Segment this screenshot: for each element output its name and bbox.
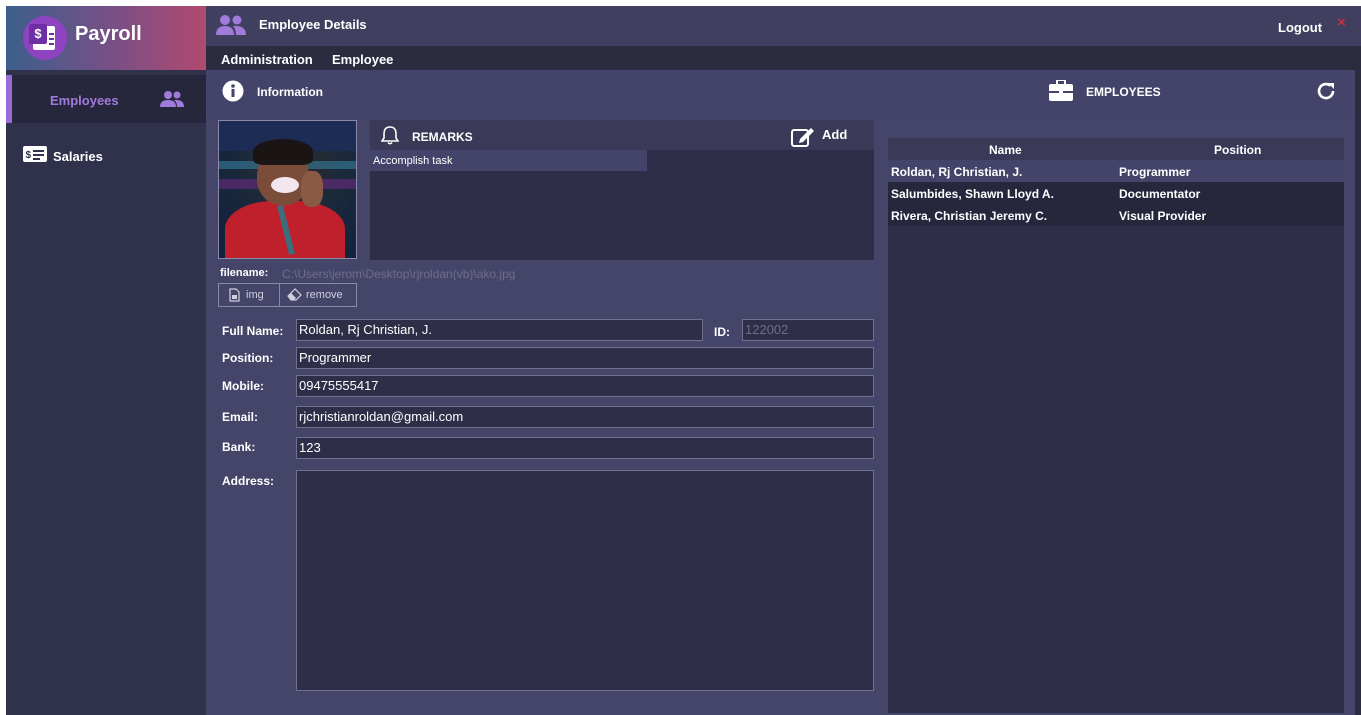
employee-details-panel: REMARKS Add Accomplish task filename: C:…	[206, 114, 1355, 715]
cell-name: Roldan, Rj Christian, J.	[891, 165, 1023, 179]
title-bar: Employee Details Logout ×	[206, 6, 1361, 46]
address-field[interactable]	[296, 470, 874, 691]
table-row[interactable]: Salumbides, Shawn Lloyd A. Documentator	[888, 182, 1344, 204]
position-field[interactable]: Programmer	[296, 347, 874, 369]
remarks-title: REMARKS	[412, 130, 473, 144]
cell-position: Programmer	[1119, 165, 1191, 179]
cell-position: Documentator	[1119, 187, 1201, 201]
table-row[interactable]: Roldan, Rj Christian, J. Programmer	[888, 160, 1344, 182]
sidebar-item-label: Salaries	[53, 149, 103, 164]
remarks-header: REMARKS Add	[370, 120, 874, 150]
sidebar: $ Payroll Employees $ Salaries	[6, 6, 206, 715]
edit-icon[interactable]	[791, 126, 815, 153]
table-header: Name Position	[888, 138, 1344, 160]
svg-text:$: $	[26, 150, 32, 161]
menu-bar: Administration Employee	[206, 46, 1361, 70]
email-label: Email:	[222, 410, 259, 424]
refresh-icon[interactable]	[1315, 80, 1337, 107]
app-window: $ Payroll Employees $ Salaries Employee …	[6, 6, 1361, 715]
bell-icon	[380, 125, 400, 150]
menu-item-administration[interactable]: Administration	[221, 52, 313, 67]
employee-photo	[218, 120, 357, 259]
info-icon	[222, 80, 244, 107]
sidebar-item-label: Employees	[50, 93, 119, 108]
briefcase-icon	[1049, 79, 1073, 106]
cell-name: Salumbides, Shawn Lloyd A.	[891, 187, 1054, 201]
filename-value: C:\Users\jerom\Desktop\rjroldan(vb)\ako.…	[282, 267, 516, 281]
brand-header: $ Payroll	[6, 6, 206, 70]
sidebar-item-employees[interactable]: Employees	[6, 75, 206, 123]
id-field[interactable]: 122002	[742, 319, 874, 341]
app-title: Payroll	[75, 23, 142, 45]
photo-buttons: img remove	[218, 283, 357, 307]
bank-label: Bank:	[222, 440, 256, 454]
close-icon[interactable]: ×	[1337, 14, 1346, 31]
payroll-logo-icon: $	[23, 16, 67, 60]
window-title: Employee Details	[259, 17, 367, 32]
employees-label: EMPLOYEES	[1086, 85, 1161, 99]
list-item[interactable]: Accomplish task	[370, 150, 647, 171]
eraser-icon	[287, 288, 302, 304]
window-border	[1355, 70, 1361, 715]
information-label: Information	[257, 85, 323, 99]
id-label: ID:	[714, 325, 730, 339]
remove-button[interactable]: remove	[280, 284, 356, 306]
full-name-field[interactable]: Roldan, Rj Christian, J.	[296, 319, 703, 341]
logout-button[interactable]: Logout	[1278, 20, 1322, 35]
remarks-list: Accomplish task	[370, 150, 874, 260]
mobile-label: Mobile:	[222, 379, 264, 393]
money-icon: $	[23, 145, 47, 168]
email-field[interactable]: rjchristianroldan@gmail.com	[296, 406, 874, 428]
users-icon	[216, 14, 246, 41]
filename-label: filename:	[220, 267, 269, 279]
mobile-field[interactable]: 09475555417	[296, 375, 874, 397]
full-name-label: Full Name:	[222, 324, 284, 338]
image-file-icon	[229, 288, 240, 305]
table-row[interactable]: Rivera, Christian Jeremy C. Visual Provi…	[888, 204, 1344, 226]
users-icon	[160, 90, 184, 113]
address-label: Address:	[222, 474, 275, 488]
menu-item-employee[interactable]: Employee	[332, 52, 393, 67]
position-label: Position:	[222, 351, 274, 365]
column-header-name[interactable]: Name	[989, 143, 1022, 157]
sidebar-item-salaries[interactable]: $ Salaries	[6, 131, 206, 179]
employees-table: Name Position Roldan, Rj Christian, J. P…	[888, 138, 1344, 713]
img-button[interactable]: img	[219, 284, 280, 306]
cell-position: Visual Provider	[1119, 209, 1207, 223]
column-header-position[interactable]: Position	[1214, 143, 1261, 157]
bank-field[interactable]: 123	[296, 437, 874, 459]
section-toolbar: Information EMPLOYEES	[206, 70, 1355, 114]
add-remark-button[interactable]: Add	[822, 127, 847, 142]
cell-name: Rivera, Christian Jeremy C.	[891, 209, 1048, 223]
